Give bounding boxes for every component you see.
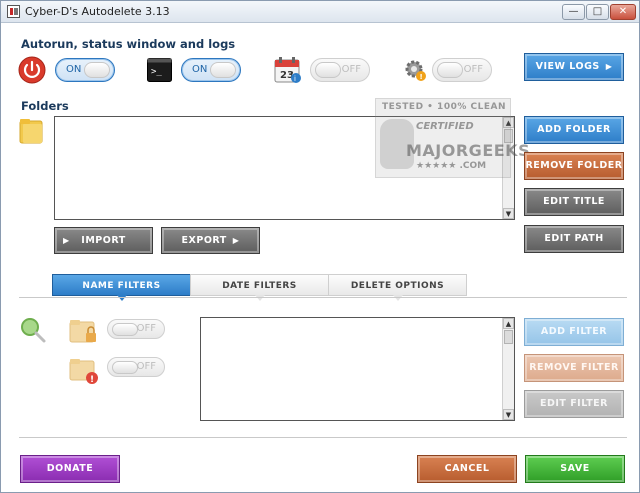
add-folder-button[interactable]: ADD FOLDER — [524, 116, 624, 144]
status-window-toggle[interactable]: ON — [181, 58, 241, 82]
edit-title-button[interactable]: EDIT TITLE — [524, 188, 624, 216]
filter-warning-toggle[interactable]: OFF — [107, 357, 165, 377]
majorgeeks-watermark: TESTED • 100% CLEAN CERTIFIED MAJORGEEKS… — [375, 98, 530, 178]
autorun-toggle[interactable]: ON — [55, 58, 115, 82]
tab-caret — [392, 295, 403, 301]
tab-caret — [254, 295, 265, 301]
svg-text:!: ! — [90, 375, 94, 385]
tab-date-filters[interactable]: DATE FILTERS — [190, 274, 329, 301]
export-label: EXPORT — [181, 235, 227, 246]
donate-button[interactable]: DONATE — [20, 455, 120, 483]
watermark-line4: ★★★★★ .COM — [416, 161, 487, 171]
tab-date-filters-label: DATE FILTERS — [222, 281, 297, 291]
divider — [19, 437, 627, 438]
import-label: IMPORT — [81, 235, 126, 246]
folder-icon — [19, 119, 43, 144]
toggle-knob — [437, 62, 463, 78]
gear-icon: ! — [405, 60, 426, 81]
scroll-down-icon[interactable]: ▼ — [503, 208, 514, 219]
app-icon — [7, 5, 20, 18]
app-window: Cyber-D's Autodelete 3.13 — □ ✕ Autorun,… — [0, 0, 640, 493]
tab-delete-options[interactable]: DELETE OPTIONS — [328, 274, 467, 301]
edit-filter-button[interactable]: EDIT FILTER — [524, 390, 624, 418]
svg-text:!: ! — [420, 73, 423, 81]
toggle-knob — [210, 62, 236, 78]
tab-name-filters-label: NAME FILTERS — [82, 281, 161, 291]
chevron-right-icon: ▶ — [63, 236, 70, 245]
tab-delete-options-label: DELETE OPTIONS — [350, 281, 445, 291]
chevron-right-icon: ▶ — [232, 236, 240, 245]
add-filter-button[interactable]: ADD FILTER — [524, 318, 624, 346]
tab-caret — [116, 295, 127, 301]
save-button[interactable]: SAVE — [525, 455, 625, 483]
calendar-icon: 23 i — [274, 57, 301, 83]
logs-toggle[interactable]: OFF — [432, 58, 492, 82]
folder-warning-icon: ! — [69, 359, 98, 385]
close-button[interactable]: ✕ — [610, 4, 636, 20]
view-logs-label: VIEW LOGS — [535, 61, 600, 72]
filter-list[interactable]: ▲ ▼ — [200, 317, 515, 421]
chevron-right-icon: ▶ — [605, 62, 613, 71]
toggle-state-label: OFF — [136, 361, 156, 372]
tab-name-filters[interactable]: NAME FILTERS — [52, 274, 191, 301]
toggle-state-label: ON — [66, 64, 82, 75]
toggle-state-label: OFF — [463, 64, 483, 75]
scroll-thumb[interactable] — [504, 330, 513, 344]
autorun-heading: Autorun, status window and logs — [21, 37, 236, 51]
toggle-knob — [84, 62, 110, 78]
cancel-button[interactable]: CANCEL — [417, 455, 517, 483]
window-title: Cyber-D's Autodelete 3.13 — [25, 5, 170, 18]
watermark-line1: TESTED • 100% CLEAN — [382, 102, 506, 112]
minimize-button[interactable]: — — [562, 4, 585, 20]
edit-path-button[interactable]: EDIT PATH — [524, 225, 624, 253]
export-button[interactable]: EXPORT ▶ — [161, 227, 260, 254]
toggle-knob — [112, 323, 138, 336]
scroll-down-icon[interactable]: ▼ — [503, 409, 514, 420]
svg-text:i: i — [294, 75, 296, 83]
scroll-up-icon[interactable]: ▲ — [503, 318, 514, 329]
maximize-button[interactable]: □ — [586, 4, 609, 20]
folder-lock-icon — [69, 320, 96, 343]
remove-filter-button[interactable]: REMOVE FILTER — [524, 354, 624, 382]
watermark-line3: MAJORGEEKS — [406, 141, 531, 160]
filter-lock-toggle[interactable]: OFF — [107, 319, 165, 339]
divider — [19, 297, 627, 298]
toggle-state-label: ON — [192, 64, 208, 75]
view-logs-button[interactable]: VIEW LOGS ▶ — [524, 53, 624, 81]
toggle-knob — [315, 62, 341, 78]
search-icon — [21, 318, 46, 343]
folders-heading: Folders — [21, 99, 69, 113]
calendar-toggle[interactable]: OFF — [310, 58, 370, 82]
remove-folder-button[interactable]: REMOVE FOLDER — [524, 152, 624, 180]
power-icon — [18, 56, 46, 84]
title-bar[interactable]: Cyber-D's Autodelete 3.13 — □ ✕ — [1, 1, 639, 23]
svg-text:>_: >_ — [151, 67, 162, 77]
terminal-icon: >_ — [147, 58, 172, 82]
toggle-knob — [112, 361, 138, 374]
toggle-state-label: OFF — [136, 323, 156, 334]
watermark-line2: CERTIFIED — [416, 121, 474, 132]
toggle-state-label: OFF — [341, 64, 361, 75]
filter-list-scrollbar[interactable]: ▲ ▼ — [502, 318, 514, 420]
import-button[interactable]: ▶ IMPORT — [54, 227, 153, 254]
